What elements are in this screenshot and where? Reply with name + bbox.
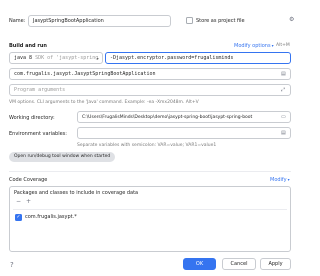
name-label: Name: xyxy=(9,18,26,24)
name-input[interactable]: JasyptSpringBootApplication xyxy=(28,15,171,27)
section-divider xyxy=(9,171,291,172)
coverage-packages-label: Packages and classes to include in cover… xyxy=(14,190,139,196)
coverage-list: ✓ com.frugalis.jasypt.* xyxy=(13,209,287,249)
coverage-panel: Packages and classes to include in cover… xyxy=(9,186,291,252)
ok-button[interactable]: OK xyxy=(183,258,216,270)
build-run-title: Build and run xyxy=(9,43,47,49)
modify-options-shortcut: Alt+M xyxy=(276,43,290,48)
jdk-select[interactable]: java 8 SDK of 'jasypt-spring ▾ xyxy=(9,52,103,64)
chevron-down-icon: ▾ xyxy=(271,43,274,48)
edit-env-icon[interactable]: ▤ xyxy=(281,129,286,137)
coverage-modify-link[interactable]: Modify▾ xyxy=(270,177,290,183)
jdk-name: java 8 xyxy=(14,55,33,61)
store-as-project-file-label: Store as project file xyxy=(196,18,245,24)
modify-options-link[interactable]: Modify options▾ xyxy=(234,43,274,49)
help-icon[interactable]: ? xyxy=(10,261,14,269)
coverage-item-label: com.frugalis.jasypt.* xyxy=(25,214,77,220)
modify-options-label: Modify options xyxy=(234,43,271,49)
coverage-item-checkbox[interactable]: ✓ xyxy=(15,214,22,221)
vm-options-input[interactable]: -Djasypt.encryptor.password=frugalismind… xyxy=(105,52,291,64)
coverage-modify-label: Modify xyxy=(270,177,287,183)
open-run-window-chip[interactable]: Open run/debug tool window when started xyxy=(9,152,116,162)
add-icon[interactable]: + xyxy=(26,198,31,206)
vm-options-hint: VM options. CLI arguments to the 'Java' … xyxy=(9,100,199,105)
working-directory-input[interactable]: C:\Users\FrugalisMinds\Desktop\demo\jasy… xyxy=(77,111,291,123)
browse-icon[interactable]: ▤ xyxy=(281,70,286,78)
settings-gear-icon[interactable]: ⚙ xyxy=(289,16,294,24)
jdk-detail: SDK of 'jasypt-spring xyxy=(35,55,99,61)
store-as-project-file-checkbox[interactable] xyxy=(186,17,193,24)
environment-variables-input[interactable] xyxy=(77,127,291,139)
remove-icon[interactable]: − xyxy=(16,198,21,206)
expand-icon[interactable]: ⤢ xyxy=(281,86,285,94)
open-run-window-label: Open run/debug tool window when started xyxy=(14,154,111,159)
program-arguments-input[interactable]: Program arguments xyxy=(9,84,291,96)
cancel-button[interactable]: Cancel xyxy=(222,258,256,270)
folder-icon[interactable]: ▭ xyxy=(281,113,286,121)
apply-button[interactable]: Apply xyxy=(260,258,291,270)
working-directory-label: Working directory: xyxy=(9,115,55,121)
jdk-chevron-icon: ▾ xyxy=(96,56,99,61)
main-class-input[interactable]: com.frugalis.jasypt.JasyptSpringBootAppl… xyxy=(9,68,291,80)
program-arguments-placeholder: Program arguments xyxy=(14,87,66,93)
coverage-chevron-icon: ▾ xyxy=(287,177,290,182)
environment-variables-label: Environment variables: xyxy=(9,131,67,137)
code-coverage-title: Code Coverage xyxy=(9,177,48,183)
environment-variables-hint: Separate variables with semicolon: VAR=v… xyxy=(77,143,217,148)
